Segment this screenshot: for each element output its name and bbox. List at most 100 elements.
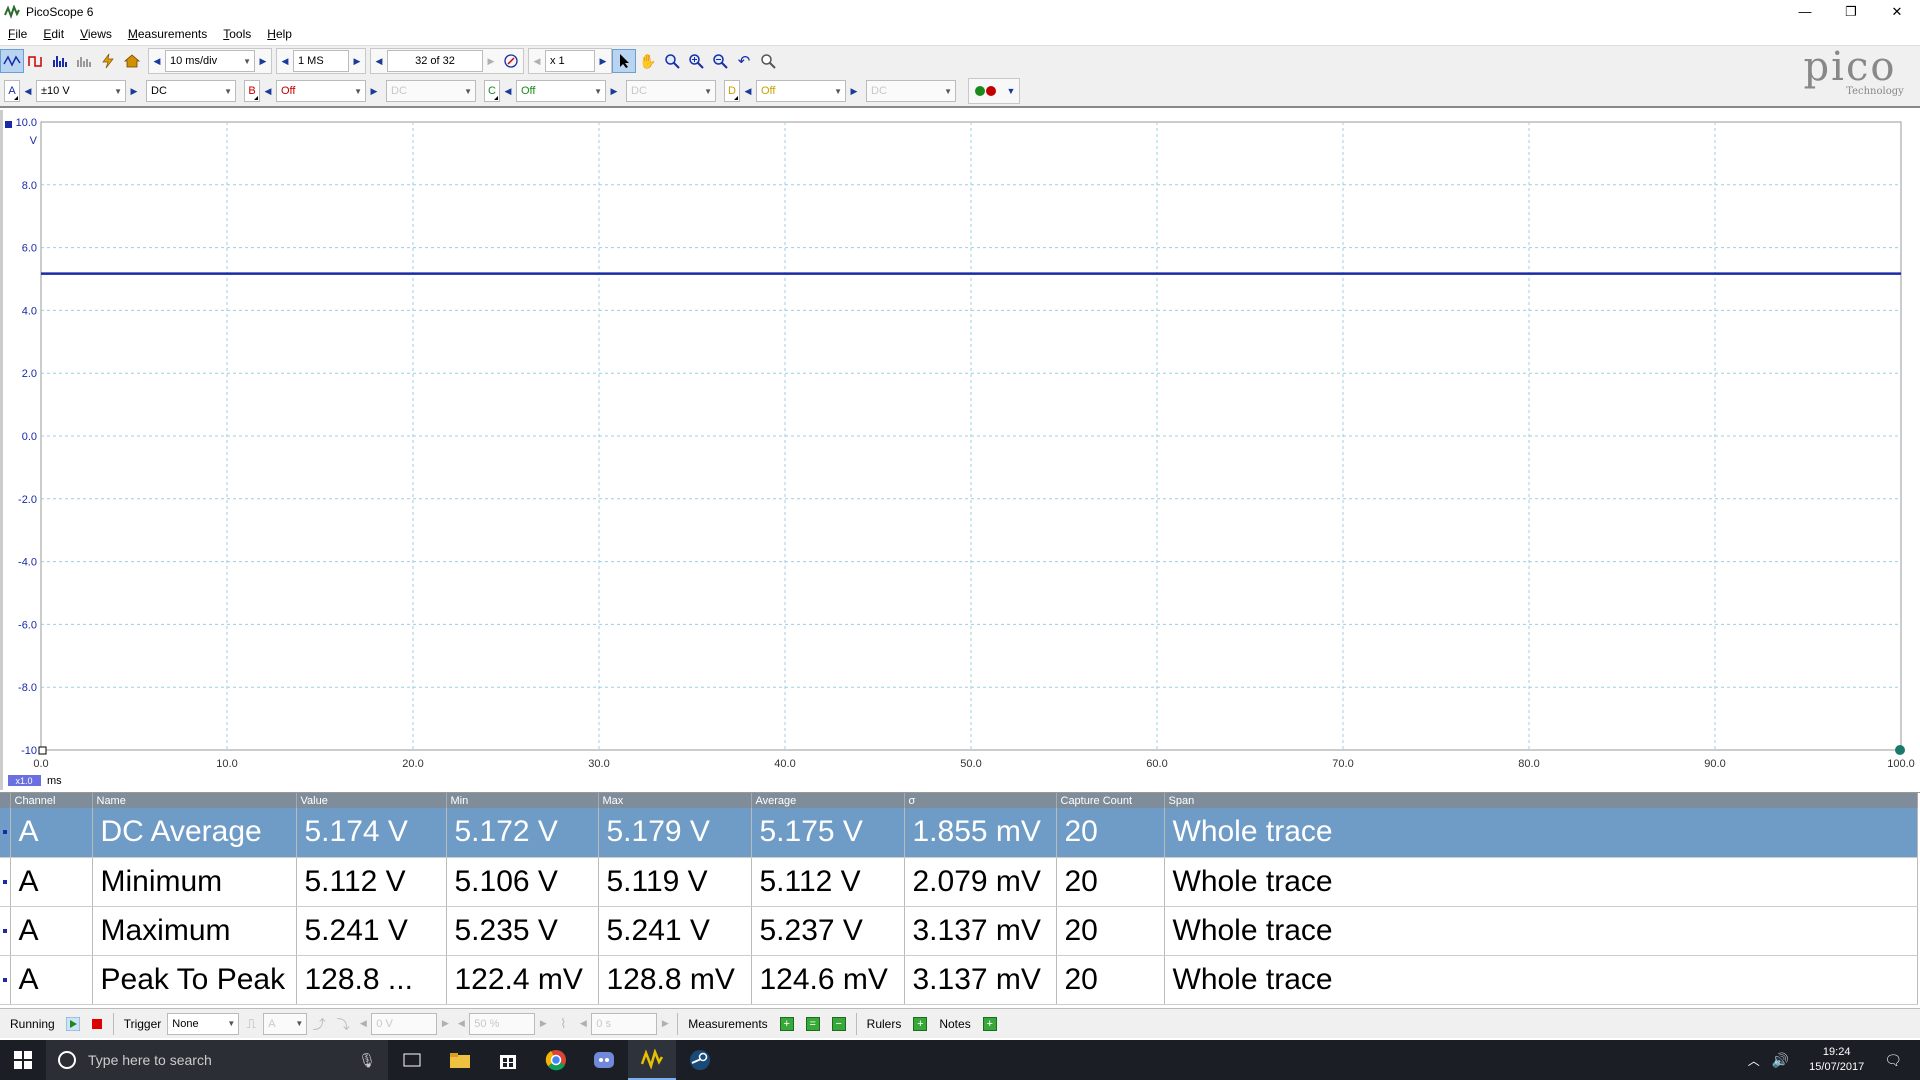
store-button[interactable] (484, 1040, 532, 1080)
stop-button[interactable] (85, 1012, 109, 1036)
zoom-prev-arrow-icon[interactable]: ◀ (529, 49, 545, 73)
channel-d-coupling-select[interactable]: DC ▼ (866, 80, 956, 102)
menu-views[interactable]: Views (80, 27, 112, 41)
trigger-level-input[interactable]: 0 V (371, 1012, 438, 1035)
delay-next-arrow-icon[interactable]: ▶ (657, 1012, 673, 1036)
zoom-select[interactable]: x 1 (545, 50, 595, 72)
edit-measurement-icon[interactable]: = (805, 1016, 820, 1031)
channel-a-label[interactable]: A (4, 80, 20, 102)
header-name[interactable]: Name (92, 793, 297, 808)
timebase-next-arrow-icon[interactable]: ▶ (255, 49, 271, 73)
header-average[interactable]: Average (751, 793, 905, 808)
delay-prev-arrow-icon[interactable]: ◀ (575, 1012, 591, 1036)
scope-mode-button[interactable] (0, 49, 24, 73)
discord-button[interactable] (580, 1040, 628, 1080)
menu-help[interactable]: Help (267, 27, 292, 41)
trigger-source-select[interactable]: A ▼ (263, 1012, 308, 1035)
channel-c-range-prev-arrow-icon[interactable]: ◀ (500, 79, 516, 103)
channel-d-label[interactable]: D (724, 80, 740, 102)
header-span[interactable]: Span (1164, 793, 1918, 808)
task-view-button[interactable] (388, 1040, 436, 1080)
hand-tool-button[interactable]: ✋ (636, 49, 660, 73)
channel-c-range-select[interactable]: Off ▼ (516, 80, 606, 102)
zoom-region-button[interactable] (660, 49, 684, 73)
picoscope-taskbar-button[interactable] (628, 1040, 676, 1080)
channel-a-range-prev-arrow-icon[interactable]: ◀ (20, 79, 36, 103)
measurement-row[interactable]: A Minimum 5.112 V 5.106 V 5.119 V 5.112 V 2.07… (0, 857, 1918, 907)
zoom-in-button[interactable] (684, 49, 708, 73)
trigger-mode-select[interactable]: None ▼ (167, 1012, 240, 1035)
file-explorer-button[interactable] (436, 1040, 484, 1080)
rising-edge-button[interactable]: ⤴ (307, 1012, 331, 1036)
measurement-row[interactable]: A DC Average 5.174 V 5.172 V 5.179 V 5.175 V1… (0, 808, 1918, 858)
channel-options-chevron-down-icon[interactable]: ▼ (1003, 79, 1019, 103)
spectrum-mode-button[interactable] (48, 49, 72, 73)
timebase-select[interactable]: 10 ms/div ▼ (165, 50, 255, 72)
chrome-button[interactable] (532, 1040, 580, 1080)
timebase-prev-arrow-icon[interactable]: ◀ (149, 49, 165, 73)
buffer-navigator[interactable]: 32 of 32 (387, 50, 483, 72)
buffer-prev-arrow-icon[interactable]: ◀ (371, 49, 387, 73)
channel-a-coupling-select[interactable]: DC ▼ (146, 80, 236, 102)
samples-prev-arrow-icon[interactable]: ◀ (277, 49, 293, 73)
header-capture-count[interactable]: Capture Count (1056, 793, 1165, 808)
samples-next-arrow-icon[interactable]: ▶ (349, 49, 365, 73)
channel-d-range-next-arrow-icon[interactable]: ▶ (846, 79, 862, 103)
header-value[interactable]: Value (296, 793, 447, 808)
pointer-tool-button[interactable] (612, 49, 636, 73)
start-button[interactable] (0, 1040, 46, 1080)
close-button[interactable]: ✕ (1874, 0, 1920, 23)
trigger-level-next-arrow-icon[interactable]: ▶ (437, 1012, 453, 1036)
falling-edge-button[interactable]: ⤵ (331, 1012, 355, 1036)
taskbar-search[interactable]: Type here to search 🎙 (46, 1040, 388, 1080)
spectrum-persist-button[interactable] (72, 49, 96, 73)
channel-b-label[interactable]: B (244, 80, 260, 102)
channel-a-range-next-arrow-icon[interactable]: ▶ (126, 79, 142, 103)
measurement-row[interactable]: A Peak To Peak 128.8 ... 122.4 mV 128.8 mV 12… (0, 955, 1918, 1005)
microphone-icon[interactable]: 🎙 (358, 1052, 376, 1069)
header-min[interactable]: Min (446, 793, 599, 808)
trigger-type-button[interactable]: ⎍ (239, 1012, 263, 1036)
trigger-level-prev-arrow-icon[interactable]: ◀ (355, 1012, 371, 1036)
delay-input[interactable]: 0 s (591, 1012, 658, 1035)
menu-file[interactable]: File (8, 27, 27, 41)
run-button[interactable] (61, 1012, 85, 1036)
steam-button[interactable] (676, 1040, 724, 1080)
tray-chevron-up-icon[interactable]: ︿ (1748, 1052, 1760, 1069)
restore-button[interactable]: ❐ (1828, 0, 1874, 23)
persistence-mode-button[interactable] (24, 49, 48, 73)
delete-measurement-icon[interactable]: − (831, 1016, 846, 1031)
channel-c-label[interactable]: C (484, 80, 500, 102)
menu-measurements[interactable]: Measurements (128, 27, 207, 41)
channel-c-range-next-arrow-icon[interactable]: ▶ (606, 79, 622, 103)
default-setup-button[interactable] (120, 49, 144, 73)
samples-select[interactable]: 1 MS (293, 50, 349, 72)
pre-trigger-next-arrow-icon[interactable]: ▶ (535, 1012, 551, 1036)
header-sigma[interactable]: σ (904, 793, 1057, 808)
menu-edit[interactable]: Edit (43, 27, 64, 41)
channel-b-range-next-arrow-icon[interactable]: ▶ (366, 79, 382, 103)
scope-plot[interactable]: 0.0 10.0 20.0 30.0 40.0 50.0 60.0 70.0 80.0 90.0 1… (3, 110, 1920, 790)
notes-toggle-icon[interactable]: + (982, 1016, 997, 1031)
add-measurement-plus-icon[interactable]: + (779, 1016, 794, 1031)
advanced-trigger-button[interactable]: ⌇ (551, 1012, 575, 1036)
taskbar-clock[interactable]: 19:24 15/07/2017 (1809, 1045, 1864, 1075)
channel-b-coupling-select[interactable]: DC ▼ (386, 80, 476, 102)
channel-b-range-prev-arrow-icon[interactable]: ◀ (260, 79, 276, 103)
header-channel[interactable]: Channel (10, 793, 93, 808)
volume-icon[interactable]: 🔊 (1772, 1052, 1789, 1069)
zoom-overview-button[interactable] (756, 49, 780, 73)
channel-options-button[interactable] (969, 79, 1003, 103)
zoom-next-arrow-icon[interactable]: ▶ (595, 49, 611, 73)
buffer-next-arrow-icon[interactable]: ▶ (483, 49, 499, 73)
pre-trigger-prev-arrow-icon[interactable]: ◀ (453, 1012, 469, 1036)
channel-b-range-select[interactable]: Off ▼ (276, 80, 366, 102)
action-center-icon[interactable]: 🗨 (1884, 1052, 1902, 1069)
pre-trigger-input[interactable]: 50 % (469, 1012, 536, 1035)
scope-view[interactable]: 0.0 10.0 20.0 30.0 40.0 50.0 60.0 70.0 80.0 90.0 1… (0, 110, 1920, 790)
measurement-row[interactable]: A Maximum 5.241 V 5.235 V 5.241 V 5.237 V 3.13… (0, 906, 1918, 956)
buffer-overview-button[interactable] (499, 49, 523, 73)
header-max[interactable]: Max (598, 793, 752, 808)
rulers-settings-icon[interactable]: + (913, 1016, 928, 1031)
channel-c-coupling-select[interactable]: DC ▼ (626, 80, 716, 102)
